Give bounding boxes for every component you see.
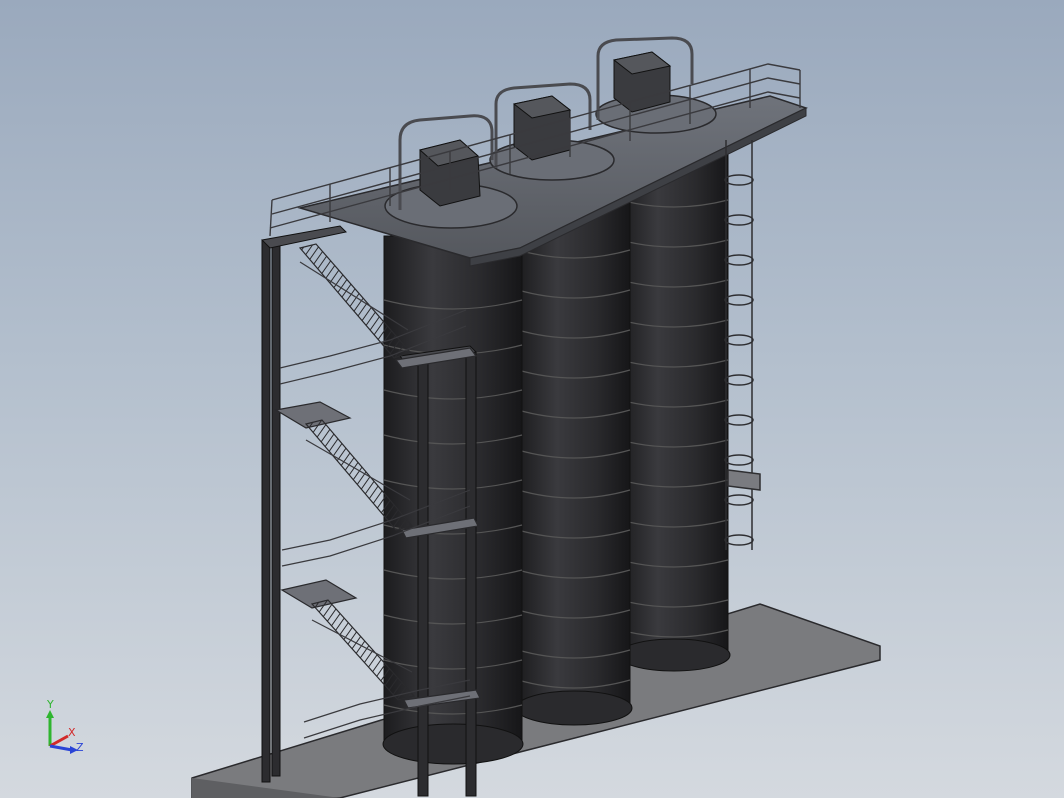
silo-structure-model[interactable] — [0, 0, 1064, 798]
x-axis-label: X — [68, 726, 76, 739]
cage-ladder[interactable] — [724, 140, 761, 550]
y-axis-label: Y — [46, 700, 54, 711]
coordinate-triad: Y X Z — [46, 700, 84, 754]
silo-3[interactable] — [617, 139, 731, 672]
y-axis-arrow — [46, 710, 54, 718]
cad-graphics-area[interactable]: Y X Z — [0, 0, 1064, 798]
z-axis-line — [49, 744, 73, 752]
x-axis-line — [49, 734, 69, 748]
z-axis-label: Z — [76, 741, 84, 754]
silo-2[interactable] — [515, 195, 633, 726]
